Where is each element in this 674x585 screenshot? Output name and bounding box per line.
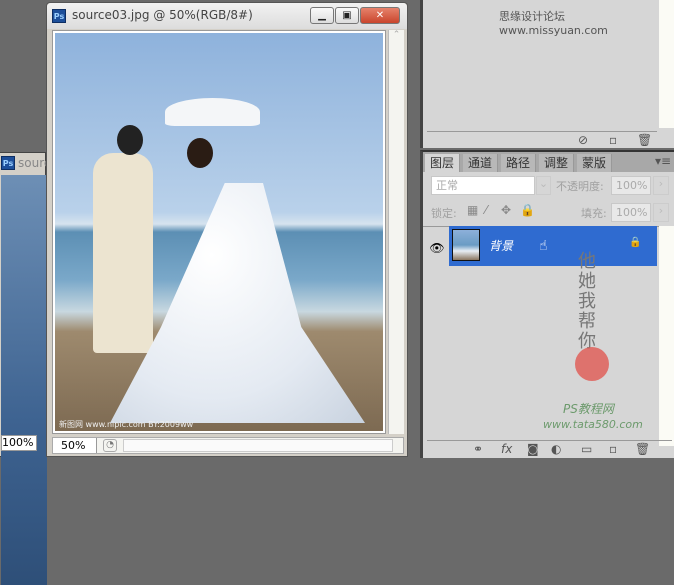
zoom-field[interactable]: 100%	[1, 435, 37, 451]
new-document-icon[interactable]: ▫	[609, 133, 617, 147]
parasol	[165, 98, 260, 126]
zoom-field[interactable]: 50%	[53, 438, 97, 453]
scroll-up-arrow-icon[interactable]: ⌃	[389, 30, 404, 40]
layer-lock-icon: 🔒	[629, 237, 642, 248]
horizontal-scrollbar[interactable]	[123, 439, 393, 452]
opacity-label: 不透明度:	[556, 180, 604, 193]
status-bar: 50% ◔	[52, 437, 404, 454]
groom-head	[117, 125, 143, 155]
blend-mode-select[interactable]: 正常	[431, 176, 535, 195]
close-button[interactable]: ✕	[360, 7, 400, 24]
site-watermark-url: www.tata580.com	[543, 418, 643, 431]
document-canvas	[1, 175, 47, 585]
forum-watermark: 思缘设计论坛 www.missyuan.com	[499, 10, 608, 37]
site-watermark-title: PS教程网	[563, 402, 614, 416]
fx-icon[interactable]: fx	[501, 442, 512, 456]
tab-paths[interactable]: 路径	[501, 154, 537, 172]
vertical-scrollbar[interactable]	[659, 226, 674, 446]
lock-icon[interactable]: 🔒	[520, 203, 535, 217]
lock-transparent-icon[interactable]: ▦	[467, 203, 478, 217]
panel-menu-icon[interactable]: ▾≡	[655, 154, 671, 168]
minimize-button[interactable]: ▁	[310, 7, 334, 24]
document-canvas[interactable]: 新图网 www.nipic.com BY:2009ww	[52, 30, 386, 434]
seal-stamp	[575, 347, 609, 381]
layer-thumbnail	[452, 229, 480, 261]
history-panel: 思缘设计论坛 www.missyuan.com ⊘ ▫ 🗑	[420, 0, 674, 148]
layer-row[interactable]: 背景 ☝ 🔒	[449, 226, 657, 266]
tab-adjustments[interactable]: 调整	[539, 154, 575, 172]
photoshop-icon: Ps	[1, 156, 15, 170]
fill-label: 填充:	[581, 207, 607, 220]
link-layers-icon[interactable]: ⚭	[473, 442, 483, 456]
image-watermark: 新图网 www.nipic.com BY:2009ww	[59, 420, 194, 429]
title-bar[interactable]: Ps source03.jpg @ 50%(RGB/8#) ▁ ▣ ✕	[47, 3, 407, 29]
trash-icon[interactable]: 🗑	[637, 133, 652, 147]
hand-cursor-icon: ☝	[539, 238, 548, 254]
move-icon[interactable]: ✥	[501, 203, 511, 217]
wedding-photo: 新图网 www.nipic.com BY:2009ww	[55, 33, 383, 431]
visibility-eye-icon[interactable]: 👁	[427, 230, 447, 266]
calligraphy-watermark: 他她我帮你	[578, 251, 596, 352]
brush-icon[interactable]: ⁄	[485, 203, 487, 217]
add-mask-icon[interactable]: ◙	[527, 442, 539, 456]
background-document-window[interactable]: Ps source 100%	[0, 152, 58, 585]
vertical-scrollbar[interactable]	[659, 0, 674, 128]
tab-layers[interactable]: 图层	[425, 154, 461, 172]
maximize-button[interactable]: ▣	[335, 7, 359, 24]
new-layer-icon[interactable]: ▫	[609, 442, 617, 456]
bride-head	[187, 138, 213, 168]
fill-arrow-icon[interactable]: ›	[653, 203, 669, 222]
tab-masks[interactable]: 蒙版	[577, 154, 613, 172]
document-window[interactable]: Ps source03.jpg @ 50%(RGB/8#) ▁ ▣ ✕ 新图网 …	[46, 2, 408, 457]
no-icon[interactable]: ⊘	[578, 133, 588, 147]
chevron-down-icon[interactable]: ⌄	[536, 176, 551, 195]
trash-icon[interactable]: 🗑	[635, 442, 650, 456]
groom	[93, 153, 153, 353]
adjustment-layer-icon[interactable]: ◐	[551, 442, 561, 456]
tab-channels[interactable]: 通道	[463, 154, 499, 172]
opacity-arrow-icon[interactable]: ›	[653, 176, 669, 195]
layers-panel: 图层 通道 路径 调整 蒙版 ▾≡ 正常 ⌄ 不透明度: 100% › 锁定: …	[420, 150, 674, 458]
fill-field[interactable]: 100%	[611, 203, 651, 222]
vertical-scrollbar[interactable]: ⌃	[388, 30, 404, 434]
photoshop-icon: Ps	[52, 9, 66, 23]
opacity-field[interactable]: 100%	[611, 176, 651, 195]
status-menu-icon[interactable]: ◔	[103, 439, 117, 452]
window-title: source03.jpg @ 50%(RGB/8#)	[72, 8, 253, 22]
lock-label: 锁定:	[431, 207, 457, 220]
layer-name[interactable]: 背景	[489, 237, 513, 254]
new-group-icon[interactable]: ▭	[581, 442, 592, 456]
